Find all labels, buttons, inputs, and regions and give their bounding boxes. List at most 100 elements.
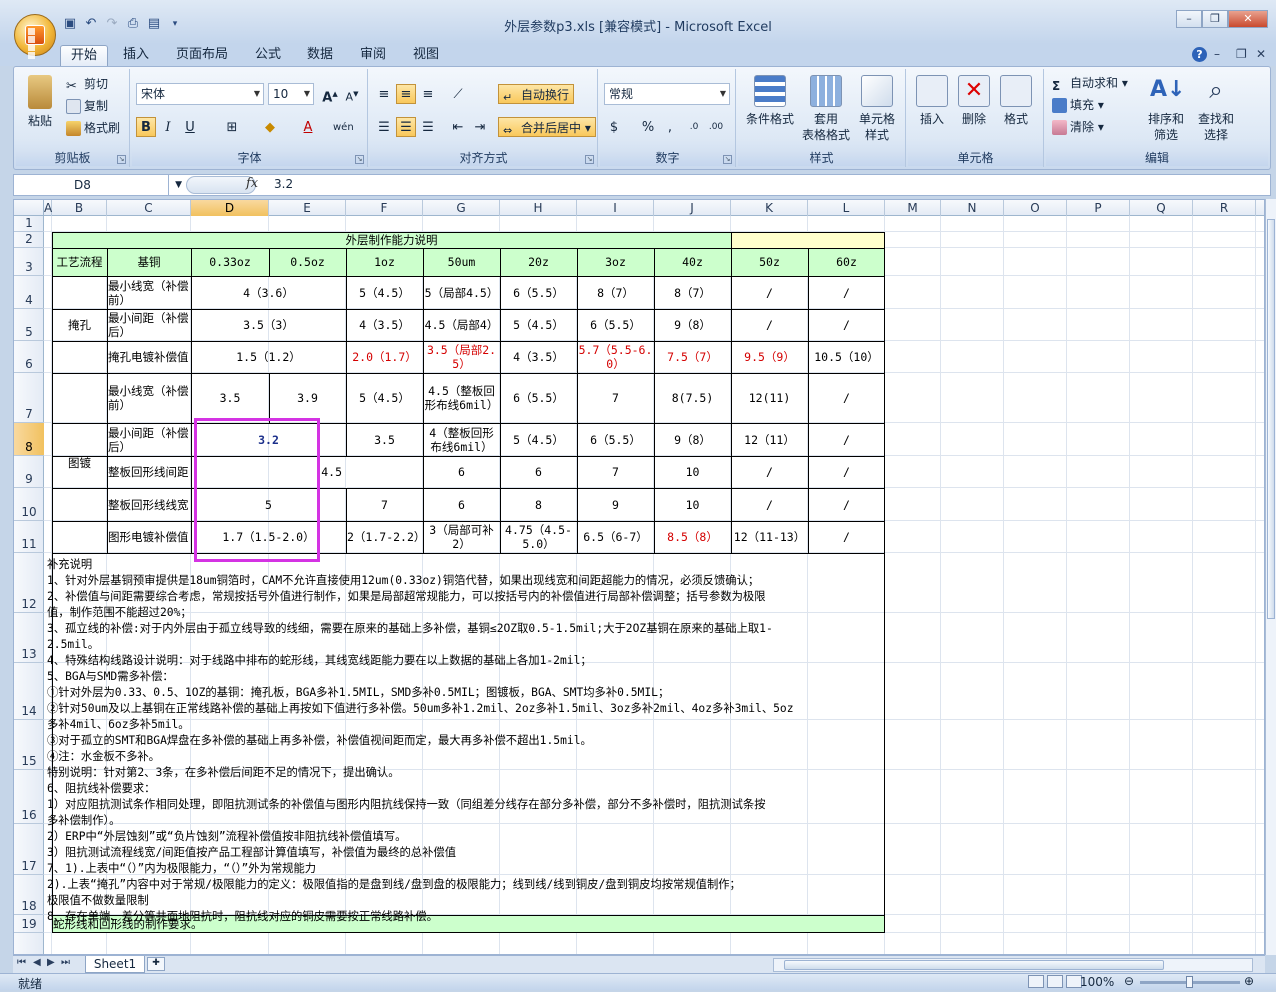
column-header-n[interactable]: N xyxy=(941,200,1004,216)
zoom-in-icon[interactable]: ⊕ xyxy=(1244,974,1254,988)
tab-view[interactable]: 视图 xyxy=(406,45,446,66)
table-cell[interactable]: 4（3.6） xyxy=(191,276,346,309)
table-cell[interactable]: / xyxy=(808,456,885,488)
table-cell[interactable]: 9.5（9） xyxy=(731,341,808,373)
table-cell[interactable] xyxy=(731,232,808,248)
fill-button[interactable]: 填充 ▾ xyxy=(1052,95,1104,115)
table-cell[interactable]: 3（局部可补2） xyxy=(423,521,500,553)
row-label[interactable]: 整板回形线间距 xyxy=(107,456,191,488)
header-cell[interactable]: 3oz xyxy=(577,248,654,276)
row-label[interactable]: 最小线宽（补偿前） xyxy=(107,373,191,423)
table-cell[interactable]: / xyxy=(808,488,885,521)
row-header-17[interactable]: 17 xyxy=(14,824,44,875)
table-cell[interactable]: / xyxy=(808,309,885,341)
table-cell[interactable]: / xyxy=(731,488,808,521)
autosum-button[interactable]: Σ 自动求和 ▾ xyxy=(1052,73,1128,93)
header-cell[interactable]: 60z xyxy=(808,248,885,276)
table-cell[interactable]: 2（1.7-2.2） xyxy=(346,521,423,553)
column-header-j[interactable]: J xyxy=(654,200,731,216)
font-launcher-icon[interactable]: ↘ xyxy=(355,155,364,164)
prev-sheet-icon[interactable]: ◀ xyxy=(33,957,41,968)
table-cell[interactable]: 3.5（3） xyxy=(191,309,346,341)
normal-view-icon[interactable] xyxy=(1028,975,1044,988)
table-cell[interactable]: 4（3.5） xyxy=(500,341,577,373)
comma-button[interactable]: , xyxy=(660,117,680,137)
row-header-19[interactable]: 19 xyxy=(14,915,44,933)
worksheet-grid[interactable]: ABCDEFGHIJKLMNOPQR 1 2 3 4 5 6 7 8 9 10 11 12 13 14 15… xyxy=(13,199,1265,955)
next-sheet-icon[interactable]: ▶ xyxy=(47,957,55,968)
table-cell[interactable]: 8.5（8） xyxy=(654,521,731,553)
wrap-text-button[interactable]: ↵ 自动换行 xyxy=(498,84,575,104)
name-box[interactable]: D8 ▼ xyxy=(14,175,182,195)
table-cell[interactable]: / xyxy=(808,373,885,423)
row-header-11[interactable]: 11 xyxy=(14,521,44,553)
font-size-dropdown[interactable]: 10 ▼ xyxy=(268,83,314,105)
header-cell[interactable]: 0.5oz xyxy=(269,248,346,276)
table-cell[interactable]: 2.0（1.7） xyxy=(346,341,423,373)
orientation-button[interactable]: ⟋ xyxy=(448,84,468,104)
table-cell[interactable]: 12（11-13） xyxy=(731,521,808,553)
row-header-18[interactable]: 18 xyxy=(14,875,44,915)
header-cell[interactable]: 50um xyxy=(423,248,500,276)
underline-button[interactable]: U xyxy=(180,117,200,137)
bold-button[interactable]: B xyxy=(136,117,156,137)
header-cell[interactable]: 50z xyxy=(731,248,808,276)
horizontal-scrollbar[interactable] xyxy=(773,958,1253,972)
column-header-c[interactable]: C xyxy=(107,200,191,216)
percent-button[interactable]: % xyxy=(638,117,658,137)
format-cells-button[interactable]: 格式 xyxy=(996,75,1036,127)
merge-center-button[interactable]: ⇔ 合并后居中 ▾ xyxy=(498,117,596,137)
align-center-button[interactable]: ☰ xyxy=(396,117,416,137)
fill-color-button[interactable]: ◆ xyxy=(260,117,280,137)
tab-home[interactable]: 开始 xyxy=(60,45,108,66)
find-select-button[interactable]: ⌕ 查找和 选择 xyxy=(1192,75,1240,143)
table-cell[interactable]: 8 xyxy=(500,488,577,521)
table-cell[interactable]: 5（4.5） xyxy=(346,373,423,423)
vertical-scroll-thumb[interactable] xyxy=(1267,219,1275,619)
column-header-e[interactable]: E xyxy=(269,200,346,216)
header-cell[interactable]: 40z xyxy=(654,248,731,276)
column-header-q[interactable]: Q xyxy=(1130,200,1193,216)
phonetic-button[interactable]: wén xyxy=(332,117,354,137)
table-cell[interactable]: 5.7（5.5-6.0） xyxy=(577,341,654,373)
row-header-10[interactable]: 10 xyxy=(14,488,44,521)
table-cell[interactable]: / xyxy=(808,423,885,456)
font-name-dropdown[interactable]: 宋体 ▼ xyxy=(136,83,264,105)
sort-filter-button[interactable]: A↓ 排序和 筛选 xyxy=(1142,75,1190,143)
italic-button[interactable]: I xyxy=(158,117,178,137)
align-bottom-button[interactable]: ≡ xyxy=(418,84,438,104)
horizontal-scroll-thumb[interactable] xyxy=(784,960,1164,970)
tab-review[interactable]: 审阅 xyxy=(353,45,393,66)
table-cell[interactable]: 5（局部4.5） xyxy=(423,276,500,309)
number-launcher-icon[interactable]: ↘ xyxy=(723,155,732,164)
table-cell[interactable]: / xyxy=(731,456,808,488)
help-icon[interactable]: ? xyxy=(1192,47,1207,62)
table-cell[interactable]: 4（3.5） xyxy=(346,309,423,341)
align-right-button[interactable]: ☰ xyxy=(418,117,438,137)
page-layout-view-icon[interactable] xyxy=(1047,975,1063,988)
close-button[interactable]: ✕ xyxy=(1228,10,1268,28)
column-header-h[interactable]: H xyxy=(500,200,577,216)
cut-button[interactable]: ✂ 剪切 xyxy=(66,74,108,94)
table-cell[interactable]: 4（整板回形布线6mil） xyxy=(423,423,500,456)
row-header-8[interactable]: 8 xyxy=(14,423,44,456)
table-cell[interactable]: 12(11) xyxy=(731,373,808,423)
office-button[interactable] xyxy=(14,14,56,59)
insert-sheet-icon[interactable]: ✚ xyxy=(147,957,165,971)
insert-cells-button[interactable]: 插入 xyxy=(912,75,952,127)
table-cell[interactable]: 3.5（局部2.5） xyxy=(423,341,500,373)
header-cell[interactable]: 基铜 xyxy=(107,248,191,276)
table-cell[interactable]: 7.5（7） xyxy=(654,341,731,373)
table-cell[interactable]: 10 xyxy=(654,456,731,488)
table-title[interactable]: 外层制作能力说明 xyxy=(52,232,731,248)
table-cell[interactable]: 6 xyxy=(423,488,500,521)
table-cell[interactable]: 6（5.5） xyxy=(577,423,654,456)
table-cell[interactable]: / xyxy=(808,521,885,553)
column-header-p[interactable]: P xyxy=(1067,200,1130,216)
column-header-a[interactable]: A xyxy=(44,200,52,216)
row-header-3[interactable]: 3 xyxy=(14,248,44,276)
column-header-l[interactable]: L xyxy=(808,200,885,216)
workbook-close-icon[interactable]: ✕ xyxy=(1256,47,1266,61)
table-cell[interactable]: 9 xyxy=(577,488,654,521)
row-label[interactable]: 图形电镀补偿值 xyxy=(107,521,191,553)
